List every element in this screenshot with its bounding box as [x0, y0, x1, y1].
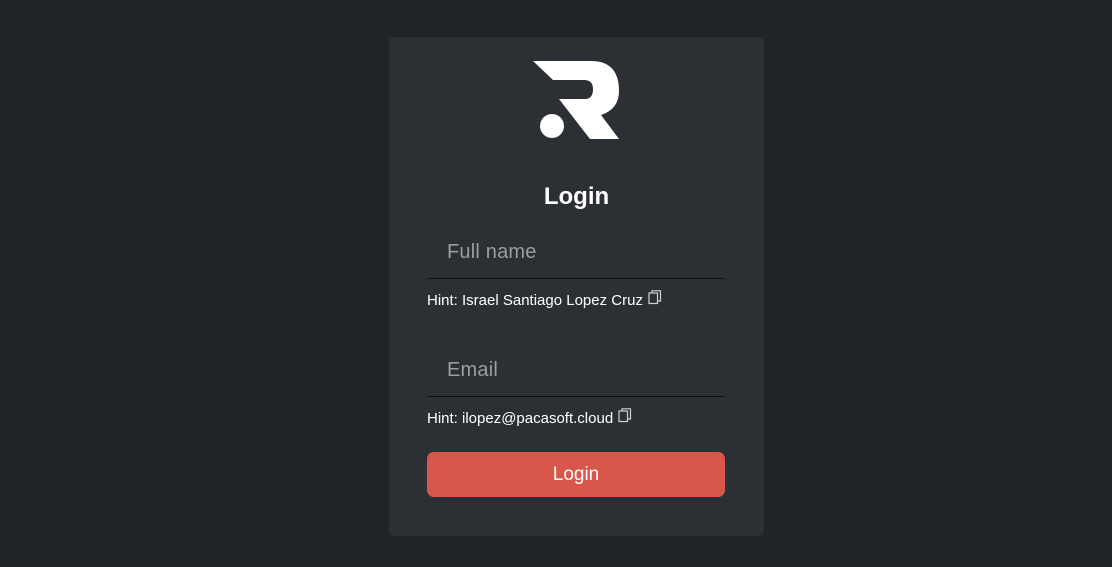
- email-hint: Hint: ilopez@pacasoft.cloud: [427, 408, 632, 429]
- email-hint-text: Hint: ilopez@pacasoft.cloud: [427, 410, 614, 427]
- copy-icon[interactable]: [648, 290, 662, 306]
- login-card: Login Hint: Israel Santiago Lopez Cruz H…: [389, 37, 764, 536]
- full-name-hint-text: Hint: Israel Santiago Lopez Cruz: [427, 292, 643, 309]
- r-brand-logo-icon: [533, 61, 619, 139]
- email-field: [427, 344, 725, 397]
- copy-icon[interactable]: [618, 408, 632, 424]
- login-button[interactable]: Login: [427, 452, 725, 497]
- page-title: Login: [543, 183, 610, 210]
- full-name-hint: Hint: Israel Santiago Lopez Cruz: [427, 290, 662, 311]
- full-name-field: [427, 226, 725, 279]
- email-input[interactable]: [427, 344, 725, 396]
- full-name-input[interactable]: [427, 226, 725, 278]
